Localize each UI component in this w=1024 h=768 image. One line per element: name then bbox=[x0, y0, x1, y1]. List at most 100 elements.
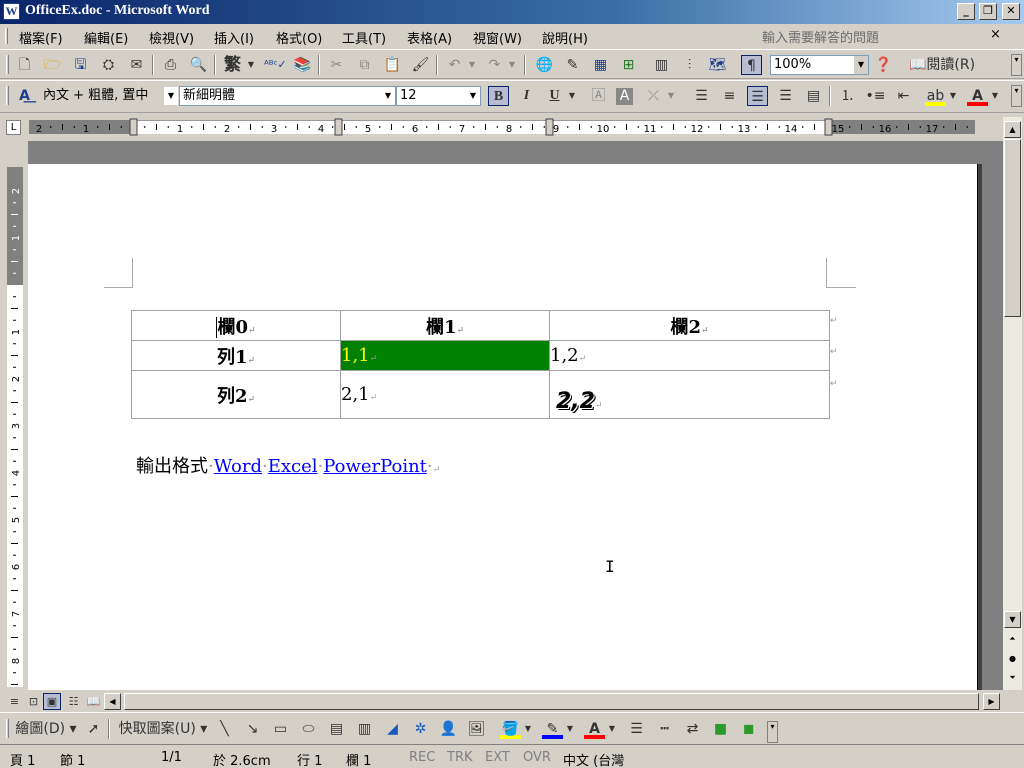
fill-color-dropdown-arrow[interactable]: ▼ bbox=[522, 719, 534, 739]
previous-page-button[interactable]: ⏶ bbox=[1004, 631, 1021, 648]
menu-view[interactable]: 檢視(V) bbox=[149, 28, 194, 47]
new-document-icon[interactable]: 🗋 bbox=[14, 55, 35, 75]
align-center-icon[interactable]: ☰ bbox=[747, 86, 768, 106]
character-border-icon[interactable]: 🄰 bbox=[588, 86, 609, 106]
next-page-button[interactable]: ⏷ bbox=[1004, 670, 1021, 687]
table-cell[interactable]: 2,2↵ bbox=[549, 370, 830, 419]
permission-icon[interactable]: ⛭ bbox=[98, 55, 119, 75]
line-style-icon[interactable]: ☰ bbox=[626, 719, 647, 739]
scaling-dropdown-arrow[interactable]: ▼ bbox=[665, 86, 677, 106]
horizontal-ruler[interactable]: L 2 1 1 2 3 4 5 6 7 8 9 10 11 12 13 14 15 16 17 bbox=[0, 117, 1024, 139]
undo-dropdown-arrow[interactable]: ▼ bbox=[466, 55, 478, 75]
menu-help[interactable]: 說明(H) bbox=[542, 28, 588, 47]
insert-table-icon[interactable]: ▦ bbox=[590, 55, 611, 75]
select-browse-object-button[interactable]: ● bbox=[1004, 651, 1021, 668]
link-excel[interactable]: Excel bbox=[268, 456, 318, 477]
toolbar-grip[interactable] bbox=[6, 86, 9, 105]
autoshapes-menu-button[interactable]: 快取圖案(U) ▾ bbox=[116, 719, 210, 739]
column-marker[interactable] bbox=[545, 118, 554, 136]
email-icon[interactable]: ✉ bbox=[126, 55, 147, 75]
outline-view-icon[interactable]: ☷ bbox=[63, 692, 84, 712]
document-page[interactable]: 欄0↵ 欄1↵ 欄2↵ 列1↵ 1,1↵ 1,2↵ 列2↵ 2,1↵ 2,2↵ … bbox=[28, 164, 978, 690]
menu-file[interactable]: 檔案(F) bbox=[19, 28, 63, 47]
align-left-icon[interactable]: ☰ bbox=[691, 86, 712, 106]
scroll-down-button[interactable]: ▼ bbox=[1004, 611, 1021, 628]
menu-grip[interactable] bbox=[5, 28, 8, 44]
font-color-icon[interactable]: A bbox=[584, 719, 605, 739]
character-shading-icon[interactable]: A bbox=[616, 88, 633, 105]
vertical-ruler[interactable]: 2 1 1 2 3 4 5 6 7 8 bbox=[0, 141, 28, 690]
vertical-textbox-icon[interactable]: ▥ bbox=[354, 719, 375, 739]
wordart-icon[interactable]: ◢ bbox=[382, 719, 403, 739]
oval-tool-icon[interactable]: ⬭ bbox=[298, 719, 319, 739]
scroll-left-button[interactable]: ◀ bbox=[104, 693, 121, 710]
line-tool-icon[interactable]: ╲ bbox=[214, 719, 235, 739]
reading-layout-button[interactable]: 📖閱讀(R) bbox=[904, 55, 980, 75]
first-line-indent-marker[interactable] bbox=[129, 118, 138, 136]
status-ovr[interactable]: OVR bbox=[523, 750, 551, 765]
columns-icon[interactable]: ▥ bbox=[651, 55, 672, 75]
vertical-scrollbar[interactable]: ▲ ▼ ⏶ ● ⏷ bbox=[1003, 117, 1022, 690]
table-cell[interactable]: 1,2↵ bbox=[549, 340, 830, 371]
font-size-select[interactable]: 12 ▼ bbox=[396, 86, 481, 106]
diagram-icon[interactable]: ✲ bbox=[410, 719, 431, 739]
table-cell[interactable]: 2,1↵ bbox=[340, 370, 550, 419]
redo-dropdown-arrow[interactable]: ▼ bbox=[506, 55, 518, 75]
zoom-dropdown-arrow[interactable]: ▼ bbox=[854, 56, 868, 74]
dash-style-icon[interactable]: ┅ bbox=[654, 719, 675, 739]
underline-button[interactable]: U bbox=[544, 86, 565, 106]
toolbar-options-chevron[interactable]: ▾ bbox=[1011, 54, 1022, 76]
zoom-select[interactable]: 100% ▼ bbox=[770, 55, 869, 75]
font-color-dropdown-arrow[interactable]: ▼ bbox=[606, 719, 618, 739]
document-table[interactable]: 欄0↵ 欄1↵ 欄2↵ 列1↵ 1,1↵ 1,2↵ 列2↵ 2,1↵ 2,2↵ bbox=[131, 310, 830, 419]
document-close-button[interactable]: × bbox=[990, 27, 1001, 42]
menu-insert[interactable]: 插入(I) bbox=[214, 28, 254, 47]
print-icon[interactable]: ⎙ bbox=[160, 55, 181, 75]
toolbar-options-chevron[interactable]: ▾ bbox=[1011, 85, 1022, 107]
horizontal-scroll-thumb[interactable] bbox=[124, 693, 979, 710]
fill-color-icon[interactable]: 🪣 bbox=[500, 719, 521, 739]
tables-borders-icon[interactable]: ✎ bbox=[562, 55, 583, 75]
toolbar-grip[interactable] bbox=[6, 55, 9, 74]
menu-table[interactable]: 表格(A) bbox=[407, 28, 452, 47]
right-indent-marker[interactable] bbox=[824, 118, 833, 136]
menu-format[interactable]: 格式(O) bbox=[276, 28, 322, 47]
help-icon[interactable]: ❓ bbox=[873, 55, 894, 75]
status-trk[interactable]: TRK bbox=[447, 750, 473, 765]
table-cell-highlighted[interactable]: 1,1↵ bbox=[340, 340, 550, 371]
underline-dropdown-arrow[interactable]: ▼ bbox=[566, 86, 578, 106]
close-button[interactable]: ✕ bbox=[1002, 3, 1020, 20]
table-cell[interactable]: 欄2↵ bbox=[549, 310, 830, 341]
status-ext[interactable]: EXT bbox=[485, 750, 510, 765]
3d-style-icon[interactable]: ◼ bbox=[738, 719, 759, 739]
vertical-scroll-thumb[interactable] bbox=[1004, 139, 1021, 317]
paste-icon[interactable]: 📋 bbox=[382, 55, 403, 75]
arrow-tool-icon[interactable]: ↘ bbox=[242, 719, 263, 739]
table-cell[interactable]: 欄1↵ bbox=[340, 310, 550, 341]
redo-icon[interactable]: ↷ bbox=[484, 55, 505, 75]
menu-edit[interactable]: 編輯(E) bbox=[84, 28, 128, 47]
traditional-chinese-button[interactable]: 繁 bbox=[222, 55, 243, 75]
bold-button[interactable]: B bbox=[488, 86, 509, 106]
word-app-icon[interactable]: W bbox=[3, 3, 20, 20]
web-view-icon[interactable]: ⊡ bbox=[23, 692, 44, 712]
traditional-dropdown-arrow[interactable]: ▼ bbox=[245, 55, 257, 75]
help-question-input[interactable]: 輸入需要解答的問題 bbox=[762, 27, 1000, 46]
font-size-dropdown-arrow[interactable]: ▼ bbox=[466, 87, 480, 105]
line-color-dropdown-arrow[interactable]: ▼ bbox=[564, 719, 576, 739]
research-icon[interactable]: 📚 bbox=[292, 55, 313, 75]
drawing-icon[interactable]: ⫶ bbox=[679, 55, 700, 75]
table-cell[interactable]: 列2↵ bbox=[131, 370, 341, 419]
toolbar-options-chevron[interactable]: ▾ bbox=[767, 721, 778, 743]
draw-menu-button[interactable]: 繪圖(D) ▾ bbox=[14, 719, 78, 739]
align-right-icon[interactable]: ☰ bbox=[775, 86, 796, 106]
show-hide-marks-icon[interactable]: ¶ bbox=[741, 55, 762, 75]
insert-excel-icon[interactable]: ⊞ bbox=[618, 55, 639, 75]
tab-marker[interactable] bbox=[334, 118, 343, 136]
style-dropdown-arrow[interactable]: ▼ bbox=[164, 87, 178, 105]
distributed-icon[interactable]: ▤ bbox=[803, 86, 824, 106]
italic-button[interactable]: I bbox=[516, 86, 537, 106]
copy-icon[interactable]: ⧉ bbox=[354, 55, 375, 75]
insert-picture-icon[interactable]: 🖼 bbox=[466, 719, 487, 739]
link-word[interactable]: Word bbox=[214, 456, 262, 477]
